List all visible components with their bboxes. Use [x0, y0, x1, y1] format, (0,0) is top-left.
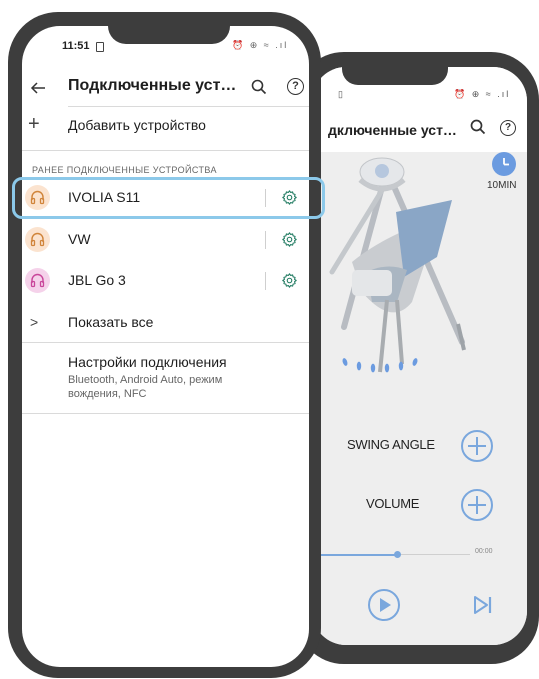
gear-icon[interactable]: [281, 272, 298, 289]
back-phone-screen: ▯ ⏰ ⊕ ≈ .ıl дключенные уст… ? 10MIN SWIN…: [312, 67, 527, 645]
search-icon[interactable]: [470, 119, 486, 135]
swing-angle-plus-button[interactable]: [461, 430, 493, 462]
volume-label: VOLUME: [366, 496, 420, 511]
swing-app: 10MIN SWING ANGLE VOLUME 00:00: [312, 152, 527, 645]
divider: [22, 342, 309, 343]
connection-settings-row[interactable]: Настройки подключения Bluetooth, Android…: [22, 344, 309, 414]
progress-track: [400, 554, 470, 555]
play-button[interactable]: [368, 589, 400, 621]
connection-settings-title: Настройки подключения: [68, 354, 227, 370]
progress-fill: [312, 554, 398, 556]
chevron-right-icon: >: [30, 314, 39, 330]
skip-next-icon[interactable]: [472, 594, 494, 616]
notification-icon: [96, 42, 104, 52]
back-phone-notch: [342, 55, 448, 85]
help-icon[interactable]: ?: [500, 120, 516, 136]
connection-settings-subtitle: Bluetooth, Android Auto, режим вождения,…: [68, 374, 223, 400]
add-device-label: Добавить устройство: [68, 117, 206, 133]
headphones-icon: [25, 268, 50, 293]
help-icon[interactable]: ?: [287, 78, 304, 95]
back-arrow-icon[interactable]: [30, 80, 46, 96]
device-name: JBL Go 3: [68, 272, 126, 288]
track-time: 00:00: [475, 548, 493, 555]
page-title: Подключенные уст…: [68, 77, 237, 94]
search-icon[interactable]: [251, 79, 267, 95]
progress-handle[interactable]: [394, 551, 401, 558]
add-device-row[interactable]: + Добавить устройство: [22, 107, 309, 147]
status-time: 11:51: [62, 40, 90, 52]
device-row[interactable]: VW: [22, 219, 309, 259]
plus-icon: +: [28, 113, 40, 135]
status-icons: ⏰ ⊕ ≈ .ıl: [454, 89, 511, 99]
swing-angle-label: SWING ANGLE: [347, 437, 435, 452]
divider: [22, 413, 309, 414]
baby-swing-image: [329, 157, 466, 373]
app-header: дключенные уст… ?: [312, 107, 527, 153]
page-title: дключенные уст…: [328, 122, 457, 138]
sim-icon: ▯: [338, 89, 343, 99]
status-icons: ⏰ ⊕ ≈ .ıl: [232, 40, 289, 50]
app-bar: Подключенные уст… ?: [22, 74, 309, 106]
headphones-icon: [25, 227, 50, 252]
device-name: VW: [68, 231, 91, 247]
volume-plus-button[interactable]: [461, 489, 493, 521]
divider: [265, 231, 266, 249]
divider: [265, 272, 266, 290]
divider: [22, 150, 309, 151]
front-phone-screen: 11:51 ⏰ ⊕ ≈ .ıl Подключенные уст… ? + До…: [22, 26, 309, 667]
show-all-label: Показать все: [68, 314, 154, 330]
selected-device-highlight: [12, 177, 325, 219]
section-header: РАНЕЕ ПОДКЛЮЧЕННЫЕ УСТРОЙСТВА: [32, 165, 217, 175]
front-phone-notch: [108, 12, 230, 44]
device-row[interactable]: JBL Go 3: [22, 260, 309, 300]
gear-icon[interactable]: [281, 231, 298, 248]
show-all-row[interactable]: > Показать все: [22, 309, 309, 339]
